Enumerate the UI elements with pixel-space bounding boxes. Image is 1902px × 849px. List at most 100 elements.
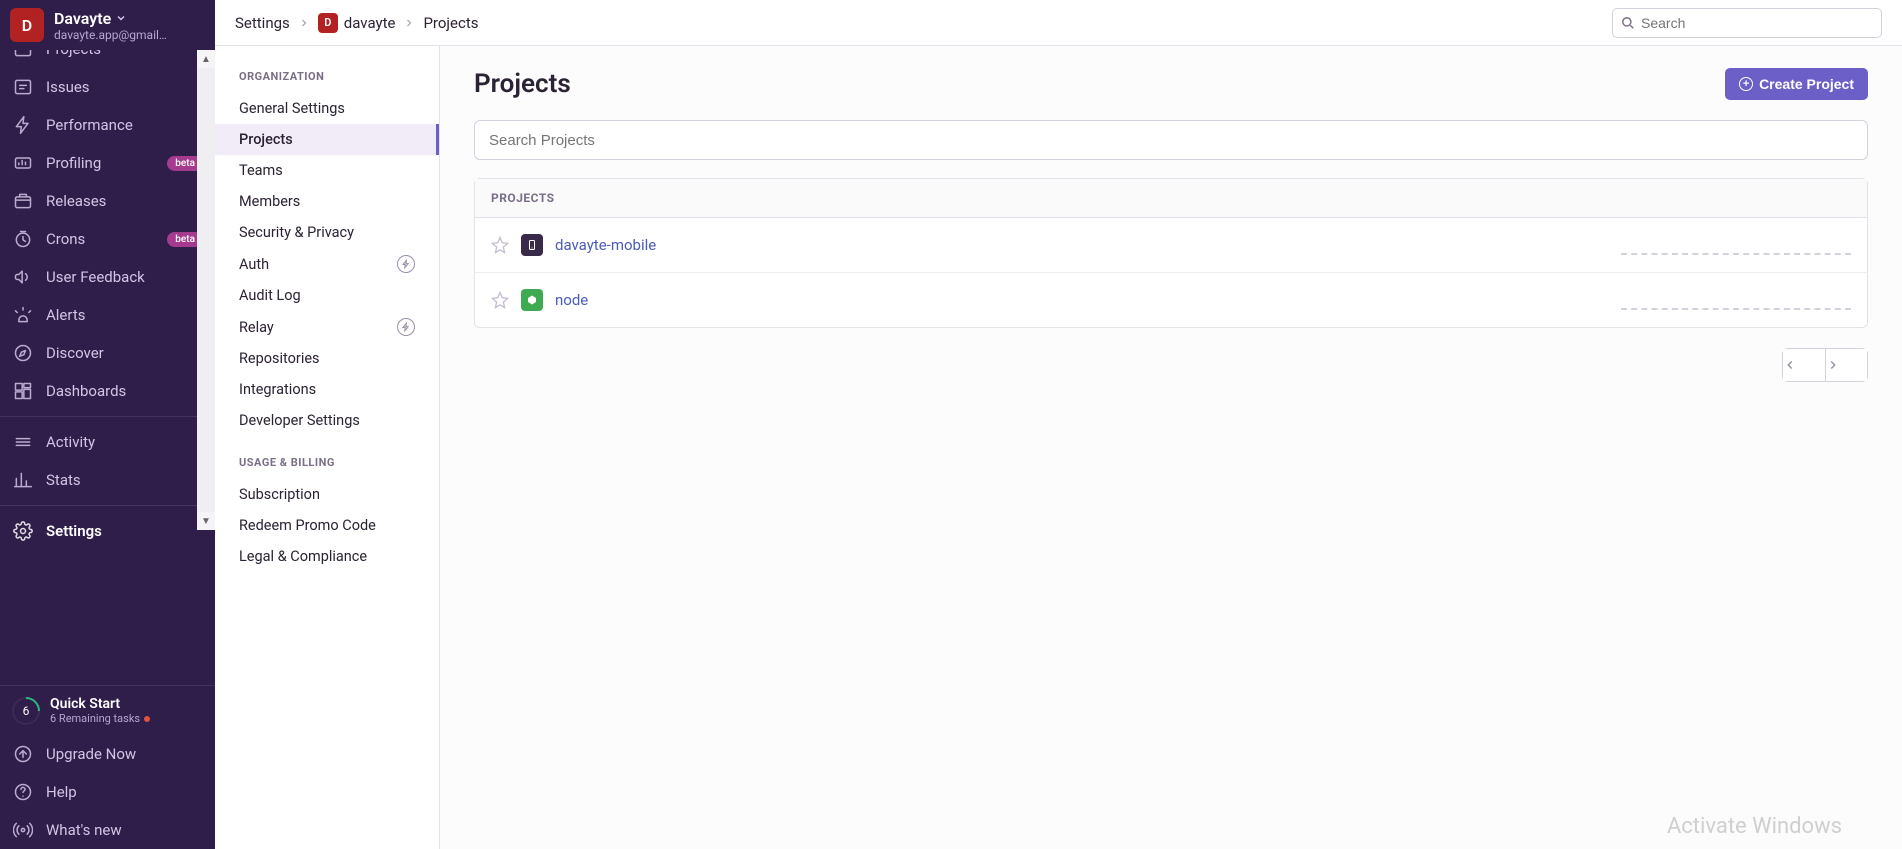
- page-prev-button[interactable]: [1783, 349, 1826, 381]
- dashboards-icon: [12, 380, 34, 402]
- create-project-label: Create Project: [1759, 76, 1854, 92]
- pagination: [1782, 348, 1868, 382]
- gear-icon: [12, 520, 34, 542]
- star-icon[interactable]: [491, 236, 509, 254]
- settings-item-audit[interactable]: Audit Log: [215, 280, 439, 311]
- sidebar-item-releases[interactable]: Releases: [0, 182, 215, 220]
- sidebar-item-label: Dashboards: [46, 382, 126, 400]
- footer-item-label: Help: [46, 783, 77, 801]
- broadcast-icon: [12, 819, 34, 841]
- sidebar-item-profiling[interactable]: Profilingbeta: [0, 144, 215, 182]
- page-next-button[interactable]: [1826, 349, 1868, 381]
- breadcrumb-settings[interactable]: Settings: [235, 14, 290, 32]
- discover-icon: [12, 342, 34, 364]
- project-sparkline: [1621, 235, 1851, 255]
- org-name: Davayte: [54, 9, 111, 28]
- sidebar-item-label: User Feedback: [46, 268, 145, 286]
- settings-item-security[interactable]: Security & Privacy: [215, 217, 439, 248]
- settings-item-teams[interactable]: Teams: [215, 155, 439, 186]
- project-platform-icon: [521, 289, 543, 311]
- sidebar-item-stats[interactable]: Stats: [0, 461, 215, 499]
- sidebar-item-issues[interactable]: Issues: [0, 68, 215, 106]
- sidebar-item-activity[interactable]: Activity: [0, 423, 215, 461]
- settings-item-members[interactable]: Members: [215, 186, 439, 217]
- settings-item-label: General Settings: [239, 100, 345, 117]
- settings-item-label: Repositories: [239, 350, 320, 367]
- primary-nav: Projects Issues Performance ProfilingbetaRe…: [0, 50, 215, 685]
- sidebar-item-label: Performance: [46, 116, 133, 134]
- star-icon[interactable]: [491, 291, 509, 309]
- help-icon: [12, 781, 34, 803]
- breadcrumb-org-avatar: D: [318, 13, 338, 33]
- create-project-button[interactable]: + Create Project: [1725, 68, 1868, 100]
- footer-item-whatsnew[interactable]: What's new: [0, 811, 215, 849]
- settings-item-promo[interactable]: Redeem Promo Code: [215, 510, 439, 541]
- breadcrumb: Settings D davayte Projects: [235, 13, 478, 33]
- projects-list-header: PROJECTS: [475, 179, 1867, 218]
- project-row: node: [475, 273, 1867, 327]
- projects-icon: [12, 50, 34, 60]
- sidebar-item-performance[interactable]: Performance: [0, 106, 215, 144]
- sidebar-item-projects[interactable]: Projects: [0, 50, 215, 68]
- watermark-text: Activate Windows: [1667, 814, 1842, 839]
- plus-circle-icon: +: [1739, 77, 1753, 91]
- content: ORGANIZATION General SettingsProjectsTea…: [215, 46, 1902, 849]
- sidebar-item-dashboards[interactable]: Dashboards: [0, 372, 215, 410]
- chevron-right-icon: [403, 17, 415, 29]
- scrollbar[interactable]: ▲ ▼: [197, 50, 215, 530]
- nav-separator: [0, 505, 215, 506]
- project-search-input[interactable]: [474, 120, 1868, 160]
- sidebar-item-label: Issues: [46, 78, 90, 96]
- sidebar-item-crons[interactable]: Cronsbeta: [0, 220, 215, 258]
- settings-item-legal[interactable]: Legal & Compliance: [215, 541, 439, 572]
- bolt-icon: [12, 114, 34, 136]
- projects-pane: Projects + Create Project PROJECTS davay…: [440, 46, 1902, 849]
- global-search[interactable]: [1612, 8, 1882, 38]
- footer-item-label: Upgrade Now: [46, 745, 136, 763]
- releases-icon: [12, 190, 34, 212]
- quick-start-progress: 6: [12, 697, 40, 725]
- breadcrumb-page: Projects: [423, 14, 478, 32]
- project-link[interactable]: node: [555, 291, 588, 309]
- footer-item-help[interactable]: Help: [0, 773, 215, 811]
- breadcrumb-org[interactable]: D davayte: [318, 13, 396, 33]
- settings-item-auth[interactable]: Auth: [215, 248, 439, 280]
- footer-item-upgrade[interactable]: Upgrade Now: [0, 735, 215, 773]
- activity-icon: [12, 431, 34, 453]
- settings-item-general[interactable]: General Settings: [215, 93, 439, 124]
- scroll-down-icon[interactable]: ▼: [197, 512, 215, 530]
- sidebar-item-userfeedback[interactable]: User Feedback: [0, 258, 215, 296]
- settings-item-label: Audit Log: [239, 287, 301, 304]
- nav-separator: [0, 416, 215, 417]
- settings-item-label: Members: [239, 193, 300, 210]
- chevron-down-icon: [115, 12, 127, 24]
- footer-nav: Upgrade Now Help What's new: [0, 735, 215, 849]
- projects-list: PROJECTS davayte-mobile node: [474, 178, 1868, 328]
- upgrade-icon: [12, 743, 34, 765]
- page-title: Projects: [474, 69, 571, 99]
- sidebar-item-label: Alerts: [46, 306, 86, 324]
- quick-start-title: Quick Start: [50, 696, 150, 712]
- settings-item-integrations[interactable]: Integrations: [215, 374, 439, 405]
- settings-item-label: Developer Settings: [239, 412, 360, 429]
- scroll-up-icon[interactable]: ▲: [197, 50, 215, 68]
- settings-item-subscription[interactable]: Subscription: [215, 479, 439, 510]
- org-email: davayte.app@gmail…: [54, 28, 167, 42]
- settings-item-devsettings[interactable]: Developer Settings: [215, 405, 439, 436]
- sidebar-item-discover[interactable]: Discover: [0, 334, 215, 372]
- sidebar-item-settings[interactable]: Settings: [0, 512, 215, 550]
- org-switcher[interactable]: D Davayte davayte.app@gmail…: [0, 0, 215, 50]
- settings-item-relay[interactable]: Relay: [215, 311, 439, 343]
- project-link[interactable]: davayte-mobile: [555, 236, 656, 254]
- sidebar-item-label: Crons: [46, 230, 85, 248]
- sidebar-item-alerts[interactable]: Alerts: [0, 296, 215, 334]
- quick-start[interactable]: 6 Quick Start 6 Remaining tasks: [0, 685, 215, 735]
- chevron-right-icon: [298, 17, 310, 29]
- settings-group-billing: USAGE & BILLING: [215, 450, 439, 479]
- megaphone-icon: [12, 266, 34, 288]
- global-search-input[interactable]: [1641, 15, 1873, 31]
- settings-item-repos[interactable]: Repositories: [215, 343, 439, 374]
- settings-item-label: Relay: [239, 319, 274, 336]
- settings-item-projects[interactable]: Projects: [215, 124, 439, 155]
- notification-dot-icon: [144, 716, 150, 722]
